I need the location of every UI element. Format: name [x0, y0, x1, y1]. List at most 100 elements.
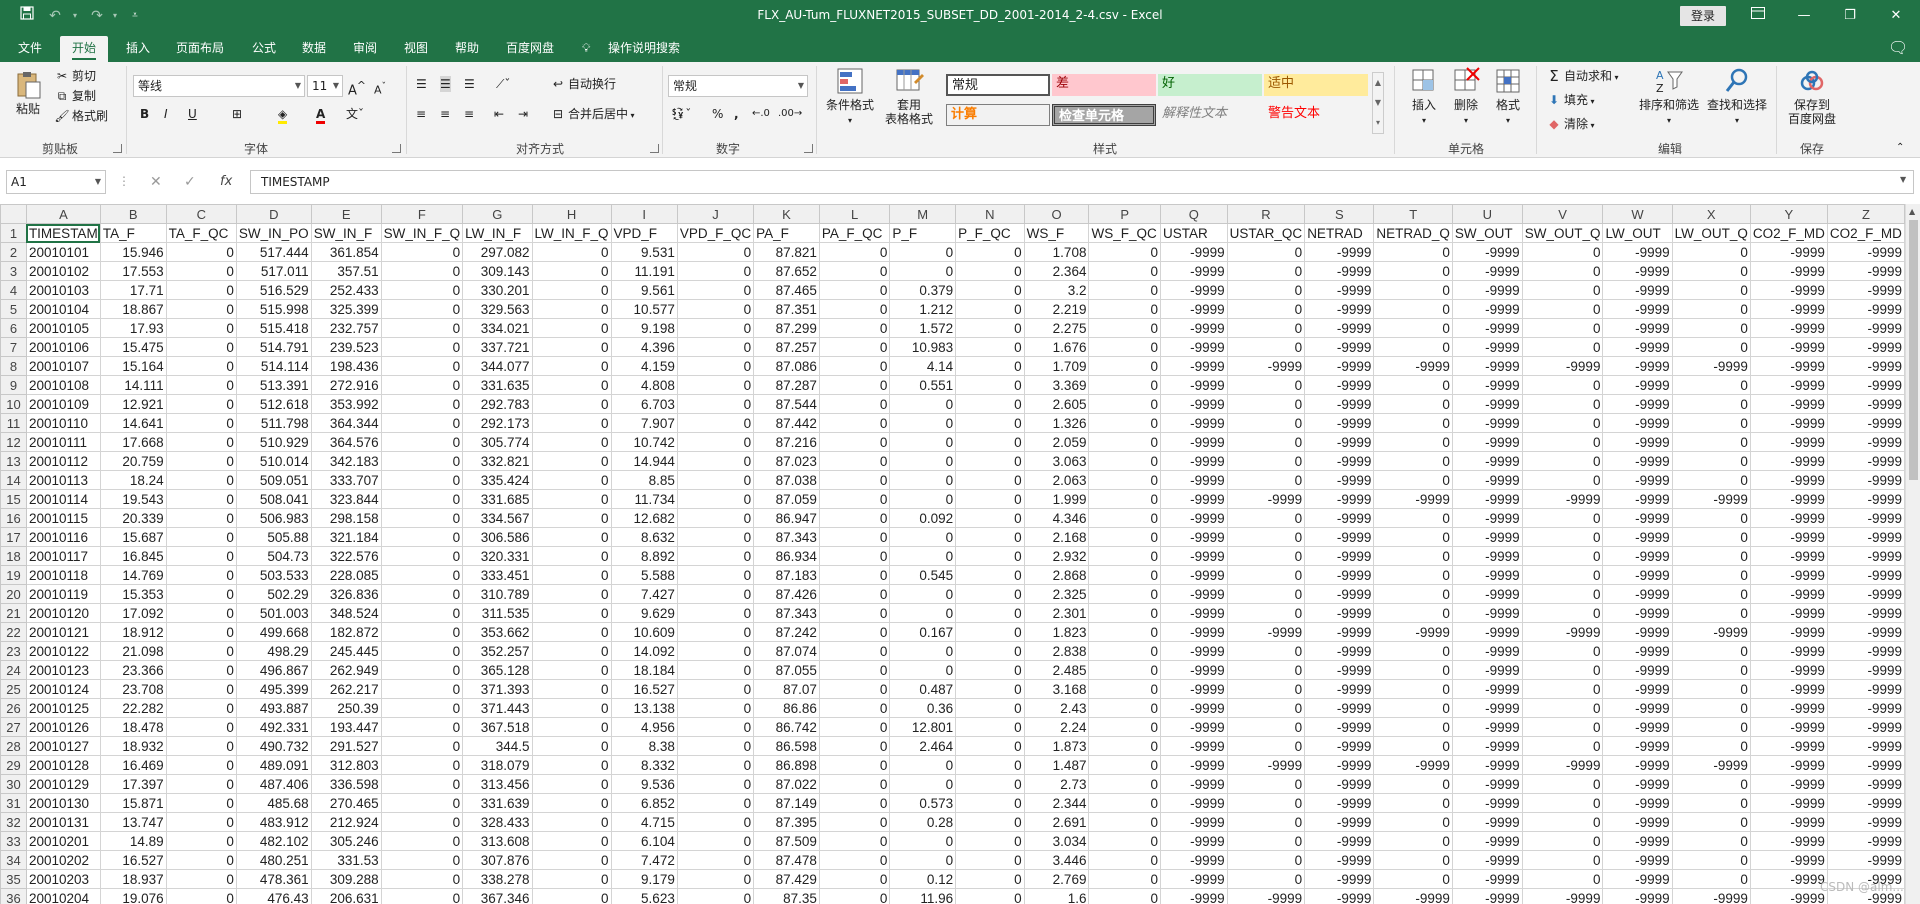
- cell[interactable]: USTAR_QC: [1226, 223, 1306, 243]
- cell[interactable]: 0: [955, 508, 1025, 528]
- cell[interactable]: 0: [1373, 679, 1453, 699]
- cell[interactable]: 0: [1088, 793, 1162, 813]
- cell[interactable]: -9999: [1826, 432, 1905, 452]
- cell[interactable]: 0.167: [889, 622, 957, 642]
- cell[interactable]: -9999: [1451, 375, 1523, 395]
- cell[interactable]: 0: [1373, 261, 1453, 281]
- cell[interactable]: 0: [1671, 717, 1751, 737]
- cell[interactable]: 0: [380, 888, 464, 904]
- cell[interactable]: 11.191: [610, 261, 678, 281]
- cell[interactable]: 87.429: [753, 869, 820, 889]
- cell[interactable]: 0: [165, 679, 237, 699]
- cell[interactable]: 20010203: [25, 869, 101, 889]
- cell[interactable]: -9999: [1160, 831, 1228, 851]
- cell[interactable]: 333.707: [310, 470, 382, 490]
- cell[interactable]: CO2_F_MD: [1749, 223, 1828, 243]
- cell[interactable]: 0: [380, 527, 464, 547]
- cell[interactable]: 0: [1671, 774, 1751, 794]
- cell[interactable]: -9999: [1373, 622, 1453, 642]
- cell[interactable]: 0: [380, 565, 464, 585]
- cell[interactable]: 0: [380, 774, 464, 794]
- cell[interactable]: 2.275: [1023, 318, 1090, 338]
- cell[interactable]: 20.339: [99, 508, 167, 528]
- cell[interactable]: 364.576: [310, 432, 382, 452]
- cell[interactable]: LW_IN_F: [462, 223, 533, 243]
- cell[interactable]: -9999: [1602, 432, 1673, 452]
- cell[interactable]: 87.07: [753, 679, 820, 699]
- cell[interactable]: 0: [1088, 337, 1162, 357]
- cell[interactable]: 0: [1226, 527, 1306, 547]
- cell[interactable]: 0: [1521, 565, 1604, 585]
- cell[interactable]: 0: [676, 812, 755, 832]
- cell[interactable]: 14.769: [99, 565, 167, 585]
- cell[interactable]: 0: [1088, 736, 1162, 756]
- cell[interactable]: 0: [531, 679, 612, 699]
- cell[interactable]: 87.055: [753, 660, 820, 680]
- cell[interactable]: 18.867: [99, 299, 167, 319]
- cell[interactable]: -9999: [1826, 565, 1905, 585]
- tab-file[interactable]: 文件: [16, 36, 44, 62]
- cell[interactable]: 0: [380, 451, 464, 471]
- cell[interactable]: 0: [380, 337, 464, 357]
- cell[interactable]: 0: [165, 261, 237, 281]
- cell[interactable]: 2.73: [1023, 774, 1090, 794]
- cell[interactable]: -9999: [1304, 812, 1375, 832]
- column-header[interactable]: M: [889, 204, 957, 224]
- cell[interactable]: 0: [818, 318, 891, 338]
- cell[interactable]: 0: [1521, 318, 1604, 338]
- cell[interactable]: -9999: [1602, 318, 1673, 338]
- cell[interactable]: 17.092: [99, 603, 167, 623]
- cell[interactable]: 13.747: [99, 812, 167, 832]
- cell[interactable]: 0: [818, 774, 891, 794]
- cell[interactable]: 0: [531, 242, 612, 262]
- cell[interactable]: 0: [165, 318, 237, 338]
- cell[interactable]: 0: [955, 622, 1025, 642]
- cell[interactable]: 0: [1088, 394, 1162, 414]
- cell[interactable]: 0: [1088, 831, 1162, 851]
- cell[interactable]: 502.29: [235, 584, 312, 604]
- cell[interactable]: -9999: [1451, 755, 1523, 775]
- cell[interactable]: 2.932: [1023, 546, 1090, 566]
- cell[interactable]: 0: [1671, 869, 1751, 889]
- cell[interactable]: 0: [1671, 850, 1751, 870]
- cell[interactable]: 0: [1373, 812, 1453, 832]
- style-explanatory[interactable]: 解释性文本: [1158, 104, 1262, 126]
- cell[interactable]: 489.091: [235, 755, 312, 775]
- cell[interactable]: -9999: [1602, 793, 1673, 813]
- cell[interactable]: 0: [1226, 869, 1306, 889]
- cell[interactable]: 0: [676, 584, 755, 604]
- cell[interactable]: -9999: [1602, 869, 1673, 889]
- cell[interactable]: 361.854: [310, 242, 382, 262]
- cell[interactable]: 0: [1088, 755, 1162, 775]
- cell[interactable]: 0: [1088, 717, 1162, 737]
- cell[interactable]: 0: [165, 242, 237, 262]
- cell[interactable]: 20010103: [25, 280, 101, 300]
- cell[interactable]: 0: [165, 717, 237, 737]
- cell[interactable]: 20010127: [25, 736, 101, 756]
- cell[interactable]: 8.892: [610, 546, 678, 566]
- cell[interactable]: 20010108: [25, 375, 101, 395]
- cell[interactable]: -9999: [1160, 812, 1228, 832]
- cell[interactable]: 20010121: [25, 622, 101, 642]
- cell[interactable]: 2.691: [1023, 812, 1090, 832]
- cell[interactable]: 87.023: [753, 451, 820, 471]
- tab-insert[interactable]: 插入: [124, 36, 152, 62]
- cell[interactable]: -9999: [1451, 337, 1523, 357]
- cell[interactable]: -9999: [1826, 337, 1905, 357]
- cell[interactable]: 0: [1373, 413, 1453, 433]
- cell[interactable]: 0: [531, 470, 612, 490]
- cell[interactable]: 20010117: [25, 546, 101, 566]
- cell[interactable]: -9999: [1826, 242, 1905, 262]
- cell[interactable]: 17.553: [99, 261, 167, 281]
- cell[interactable]: 323.844: [310, 489, 382, 509]
- cell[interactable]: 15.871: [99, 793, 167, 813]
- column-header[interactable]: S: [1304, 204, 1375, 224]
- row-header[interactable]: 19: [0, 565, 27, 585]
- cell[interactable]: -9999: [1160, 850, 1228, 870]
- cell[interactable]: 0: [1671, 242, 1751, 262]
- cell[interactable]: 0: [380, 831, 464, 851]
- cell[interactable]: -9999: [1749, 850, 1828, 870]
- cell[interactable]: -9999: [1451, 432, 1523, 452]
- cell[interactable]: 0: [1088, 888, 1162, 904]
- cell[interactable]: 0: [676, 242, 755, 262]
